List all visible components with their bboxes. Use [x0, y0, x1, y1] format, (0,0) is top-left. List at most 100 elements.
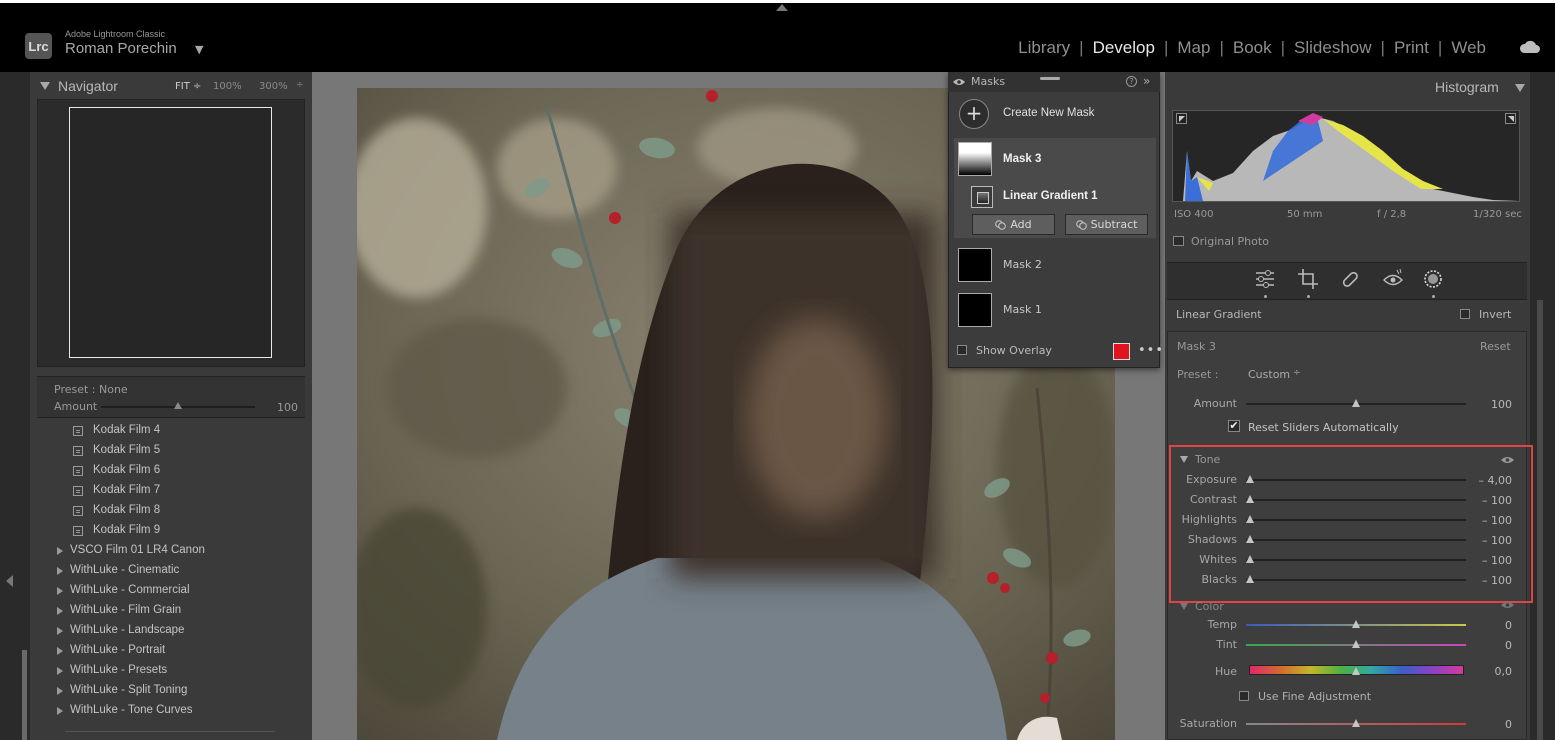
saturation-value[interactable]: 0 — [1470, 718, 1512, 731]
temp-thumb[interactable] — [1352, 620, 1360, 628]
whites-track[interactable] — [1246, 559, 1466, 561]
navigator-thumbnail[interactable] — [69, 107, 272, 358]
original-photo-checkbox[interactable] — [1173, 236, 1184, 246]
highlights-track[interactable] — [1246, 519, 1466, 521]
amount-slider-thumb[interactable] — [174, 402, 182, 409]
overlay-color-swatch[interactable] — [1113, 343, 1130, 360]
use-fine-adjustment-checkbox[interactable] — [1239, 691, 1249, 701]
mask-1-thumbnail[interactable] — [958, 293, 992, 327]
highlight-clipping-toggle-icon[interactable] — [1505, 113, 1516, 124]
shadows-track[interactable] — [1246, 539, 1466, 541]
color-section-header[interactable]: Color — [1180, 600, 1224, 613]
crop-icon[interactable] — [1297, 268, 1319, 290]
histogram-graph[interactable] — [1172, 110, 1520, 202]
edit-sliders-icon[interactable] — [1254, 268, 1276, 290]
expand-triangle-icon[interactable] — [57, 647, 63, 655]
identity-menu-caret-icon[interactable]: ▼ — [195, 43, 203, 56]
tint-value[interactable]: 0 — [1470, 639, 1512, 652]
reset-sliders-checkbox[interactable]: ✔ — [1228, 420, 1240, 432]
module-develop[interactable]: Develop — [1084, 38, 1164, 58]
show-overlay-checkbox[interactable] — [957, 345, 967, 355]
use-fine-adjustment-label[interactable]: Use Fine Adjustment — [1258, 690, 1371, 703]
original-photo-label[interactable]: Original Photo — [1191, 235, 1269, 248]
amount-value[interactable]: 100 — [277, 401, 298, 414]
left-panel-scrollbar[interactable] — [22, 650, 27, 740]
temp-value[interactable]: 0 — [1470, 619, 1512, 632]
identity-plate-name[interactable]: Roman Porechin — [65, 40, 177, 57]
invert-label[interactable]: Invert — [1479, 308, 1511, 321]
preset-item[interactable]: Kodak Film 5 — [93, 444, 160, 456]
mask-1-label[interactable]: Mask 1 — [1003, 303, 1042, 316]
invert-checkbox[interactable] — [1460, 309, 1470, 319]
expand-triangle-icon[interactable] — [57, 607, 63, 615]
disclosure-triangle-icon[interactable] — [1180, 456, 1188, 463]
blacks-value[interactable]: – 100 — [1470, 574, 1512, 587]
preset-group[interactable]: WithLuke - Cinematic — [70, 564, 179, 576]
eye-icon[interactable] — [1501, 456, 1514, 464]
tint-thumb[interactable] — [1352, 640, 1360, 648]
collapse-top-panel-icon[interactable] — [776, 4, 788, 11]
contrast-thumb[interactable] — [1246, 495, 1254, 503]
module-map[interactable]: Map — [1168, 38, 1219, 58]
module-web[interactable]: Web — [1442, 38, 1495, 58]
highlights-value[interactable]: – 100 — [1470, 514, 1512, 527]
hue-value[interactable]: 0,0 — [1470, 665, 1513, 678]
eye-icon[interactable] — [953, 78, 965, 86]
module-print[interactable]: Print — [1385, 38, 1438, 58]
preset-item[interactable]: Kodak Film 8 — [93, 504, 160, 516]
mask-2-thumbnail[interactable] — [958, 248, 992, 282]
exposure-value[interactable]: – 4,00 — [1470, 474, 1513, 487]
preset-group[interactable]: WithLuke - Portrait — [70, 644, 165, 656]
zoom-100-option[interactable]: 100% — [213, 81, 242, 92]
hue-thumb[interactable] — [1352, 667, 1360, 675]
preset-group[interactable]: VSCO Film 01 LR4 Canon — [70, 544, 205, 556]
shadows-thumb[interactable] — [1246, 535, 1254, 543]
mask-3-label[interactable]: Mask 3 — [1003, 153, 1041, 165]
right-panel-scrollbar[interactable] — [1537, 300, 1543, 740]
disclosure-triangle-icon[interactable] — [1515, 84, 1525, 92]
cloud-sync-icon[interactable] — [1519, 40, 1541, 54]
preset-group[interactable]: WithLuke - Commercial — [70, 584, 190, 596]
whites-value[interactable]: – 100 — [1470, 554, 1512, 567]
zoom-menu-caret-icon[interactable]: ÷ — [296, 80, 304, 90]
zoom-fit-option[interactable]: FIT ÷ — [175, 81, 201, 92]
expand-triangle-icon[interactable] — [57, 667, 63, 675]
mask-2-label[interactable]: Mask 2 — [1003, 258, 1042, 271]
healing-icon[interactable] — [1339, 268, 1361, 290]
blacks-track[interactable] — [1246, 579, 1466, 581]
zoom-300-option[interactable]: 300% — [259, 81, 288, 92]
module-book[interactable]: Book — [1224, 38, 1281, 58]
navigator-header[interactable]: Navigator — [40, 78, 118, 94]
expand-triangle-icon[interactable] — [57, 627, 63, 635]
tone-section-header[interactable]: Tone — [1180, 453, 1220, 466]
saturation-thumb[interactable] — [1352, 719, 1360, 727]
collapse-masks-panel-icon[interactable]: » — [1143, 74, 1150, 88]
preset-item[interactable]: Kodak Film 9 — [93, 524, 160, 536]
exposure-thumb[interactable] — [1246, 475, 1254, 483]
shadow-clipping-toggle-icon[interactable] — [1176, 113, 1187, 124]
panel-drag-handle[interactable] — [1040, 77, 1060, 80]
exposure-track[interactable] — [1246, 479, 1466, 481]
mask-amount-thumb[interactable] — [1352, 399, 1360, 407]
contrast-track[interactable] — [1246, 499, 1466, 501]
reset-button[interactable]: Reset — [1480, 340, 1511, 353]
create-new-mask-label[interactable]: Create New Mask — [1003, 107, 1094, 119]
expand-triangle-icon[interactable] — [57, 687, 63, 695]
expand-triangle-icon[interactable] — [57, 707, 63, 715]
linear-gradient-icon[interactable] — [971, 186, 993, 208]
more-options-icon[interactable]: ••• — [1138, 343, 1164, 358]
preset-group[interactable]: WithLuke - Presets — [70, 664, 167, 676]
shadows-value[interactable]: – 100 — [1470, 534, 1512, 547]
expand-triangle-icon[interactable] — [57, 547, 63, 555]
whites-thumb[interactable] — [1246, 555, 1254, 563]
red-eye-icon[interactable] — [1382, 268, 1404, 290]
masking-icon[interactable] — [1422, 268, 1444, 290]
preset-group[interactable]: WithLuke - Tone Curves — [70, 704, 193, 716]
module-slideshow[interactable]: Slideshow — [1285, 38, 1381, 58]
preset-item[interactable]: Kodak Film 4 — [93, 424, 160, 436]
highlights-thumb[interactable] — [1246, 515, 1254, 523]
disclosure-triangle-icon[interactable] — [1180, 603, 1188, 610]
subtract-from-mask-button[interactable]: Subtract — [1065, 214, 1148, 235]
eye-icon[interactable] — [1501, 601, 1514, 609]
histogram-title[interactable]: Histogram — [1435, 79, 1499, 95]
